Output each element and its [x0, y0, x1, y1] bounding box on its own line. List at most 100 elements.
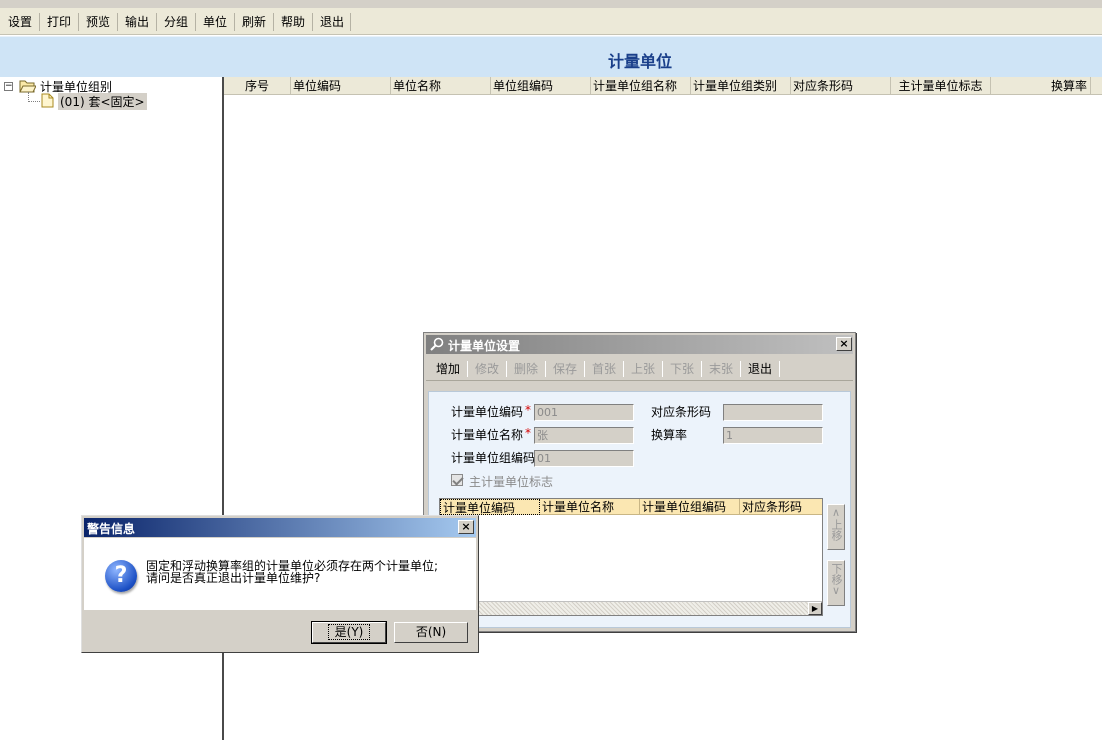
- col-group-code[interactable]: 单位组编码: [491, 77, 591, 95]
- toolbar-separator: [467, 361, 468, 377]
- barcode-field[interactable]: [723, 404, 823, 421]
- move-down-label: 下移: [830, 563, 843, 585]
- main-unit-flag-label: 主计量单位标志: [469, 475, 554, 489]
- exit-button[interactable]: 退出: [746, 360, 774, 378]
- save-button[interactable]: 保存: [551, 360, 579, 378]
- last-button[interactable]: 末张: [707, 360, 735, 378]
- unit-settings-dialog: 计量单位设置 × 增加 修改 删除 保存 首张 上张 下张 末张 退出 计量单位…: [423, 332, 856, 632]
- toolbar-group-button[interactable]: 分组: [162, 12, 190, 32]
- warning-titlebar[interactable]: 警告信息 ×: [84, 518, 476, 537]
- toolbar-preview-button[interactable]: 预览: [84, 12, 112, 32]
- folder-open-icon: [19, 80, 36, 93]
- no-button[interactable]: 否(N): [394, 622, 468, 643]
- col-rate[interactable]: 换算率: [991, 77, 1091, 95]
- toolbar-print-button[interactable]: 打印: [45, 12, 73, 32]
- toolbar-separator: [740, 361, 741, 377]
- detail-col-barcode[interactable]: 对应条形码: [740, 499, 822, 515]
- toolbar-separator: [195, 13, 196, 31]
- yes-button-label: 是(Y): [327, 624, 371, 640]
- detail-col-unit-code[interactable]: 计量单位编码: [440, 499, 540, 515]
- toolbar-refresh-button[interactable]: 刷新: [240, 12, 268, 32]
- unit-name-label: 计量单位名称: [451, 428, 524, 442]
- required-mark: *: [525, 403, 531, 417]
- rate-field[interactable]: 1: [723, 427, 823, 444]
- col-seq[interactable]: 序号: [224, 77, 291, 95]
- col-group-name[interactable]: 计量单位组名称: [591, 77, 691, 95]
- toolbar-separator: [234, 13, 235, 31]
- toolbar-unit-button[interactable]: 单位: [201, 12, 229, 32]
- unit-code-field[interactable]: 001: [534, 404, 634, 421]
- toolbar-separator: [662, 361, 663, 377]
- page-title-band: 计量单位: [0, 36, 1102, 77]
- toolbar-separator: [623, 361, 624, 377]
- dialog-titlebar[interactable]: 计量单位设置 ×: [426, 335, 853, 354]
- move-up-label: 上移: [830, 519, 843, 541]
- toolbar-separator: [779, 361, 780, 377]
- horizontal-scrollbar[interactable]: ▶: [440, 601, 822, 615]
- move-up-arrow-icon: ∧: [831, 506, 841, 519]
- barcode-label: 对应条形码: [651, 405, 712, 419]
- tree-line: [28, 101, 40, 102]
- main-toolbar: 设置 打印 预览 输出 分组 单位 刷新 帮助 退出: [0, 8, 1102, 35]
- toolbar-separator: [584, 361, 585, 377]
- toolbar-settings-button[interactable]: 设置: [6, 12, 34, 32]
- dialog-title: 计量单位设置: [448, 339, 521, 353]
- move-down-button[interactable]: 下移 ∨: [827, 560, 845, 606]
- unit-detail-grid: 计量单位编码 计量单位名称 计量单位组编码 对应条形码 ▶: [439, 498, 823, 616]
- detail-col-group-code[interactable]: 计量单位组编码: [640, 499, 740, 515]
- warning-body: ? 固定和浮动换算率组的计量单位必须存在两个计量单位; 请问是否真正退出计量单位…: [84, 538, 476, 610]
- group-code-label: 计量单位组编码: [451, 451, 536, 465]
- group-code-field[interactable]: 01: [534, 450, 634, 467]
- toolbar-separator: [273, 13, 274, 31]
- toolbar-separator: [78, 13, 79, 31]
- detail-grid-header: 计量单位编码 计量单位名称 计量单位组编码 对应条形码: [440, 499, 822, 515]
- toolbar-separator: [545, 361, 546, 377]
- warning-message: 固定和浮动换算率组的计量单位必须存在两个计量单位; 请问是否真正退出计量单位维护…: [146, 560, 438, 584]
- magnifier-icon: [430, 337, 444, 351]
- edit-button[interactable]: 修改: [473, 360, 501, 378]
- tree-item-01[interactable]: (01) 套<固定>: [58, 93, 147, 110]
- menubar: [0, 0, 1102, 8]
- next-button[interactable]: 下张: [668, 360, 696, 378]
- warning-dialog: 警告信息 × ? 固定和浮动换算率组的计量单位必须存在两个计量单位; 请问是否真…: [81, 515, 479, 653]
- rate-label: 换算率: [651, 428, 688, 442]
- toolbar-export-button[interactable]: 输出: [123, 12, 151, 32]
- document-icon: [41, 93, 54, 108]
- first-button[interactable]: 首张: [590, 360, 618, 378]
- toolbar-separator: [312, 13, 313, 31]
- toolbar-separator: [39, 13, 40, 31]
- col-group-type[interactable]: 计量单位组类别: [691, 77, 791, 95]
- yes-button[interactable]: 是(Y): [311, 621, 387, 644]
- prev-button[interactable]: 上张: [629, 360, 657, 378]
- col-barcode[interactable]: 对应条形码: [791, 77, 891, 95]
- tree-collapse-icon[interactable]: −: [4, 82, 13, 91]
- add-button[interactable]: 增加: [434, 360, 462, 378]
- unit-code-label: 计量单位编码: [451, 405, 524, 419]
- main-unit-flag-checkbox[interactable]: [451, 474, 463, 486]
- detail-col-unit-name[interactable]: 计量单位名称: [540, 499, 640, 515]
- close-icon[interactable]: ×: [836, 337, 852, 351]
- warning-message-line2: 请问是否真正退出计量单位维护?: [146, 571, 321, 585]
- toolbar-separator: [156, 13, 157, 31]
- scroll-right-icon[interactable]: ▶: [808, 602, 822, 615]
- no-button-label: 否(N): [415, 625, 447, 639]
- toolbar-separator: [701, 361, 702, 377]
- unit-name-field[interactable]: 张: [534, 427, 634, 444]
- page-title: 计量单位: [607, 52, 672, 71]
- col-unit-name[interactable]: 单位名称: [391, 77, 491, 95]
- unit-grid-header: 序号 单位编码 单位名称 单位组编码 计量单位组名称 计量单位组类别 对应条形码…: [224, 77, 1102, 95]
- unit-form-panel: 计量单位编码 * 001 对应条形码 计量单位名称 * 张 换算率 1 计量单位…: [428, 391, 851, 628]
- move-down-arrow-icon: ∨: [831, 584, 841, 597]
- close-icon[interactable]: ×: [458, 520, 474, 534]
- question-icon: ?: [105, 560, 137, 592]
- col-main-flag[interactable]: 主计量单位标志: [891, 77, 991, 95]
- toolbar-help-button[interactable]: 帮助: [279, 12, 307, 32]
- warning-title: 警告信息: [87, 522, 136, 536]
- move-up-button[interactable]: ∧ 上移: [827, 504, 845, 550]
- required-mark: *: [525, 426, 531, 440]
- toolbar-separator: [350, 13, 351, 31]
- toolbar-exit-button[interactable]: 退出: [318, 12, 346, 32]
- delete-button[interactable]: 删除: [512, 360, 540, 378]
- toolbar-separator: [117, 13, 118, 31]
- col-unit-code[interactable]: 单位编码: [291, 77, 391, 95]
